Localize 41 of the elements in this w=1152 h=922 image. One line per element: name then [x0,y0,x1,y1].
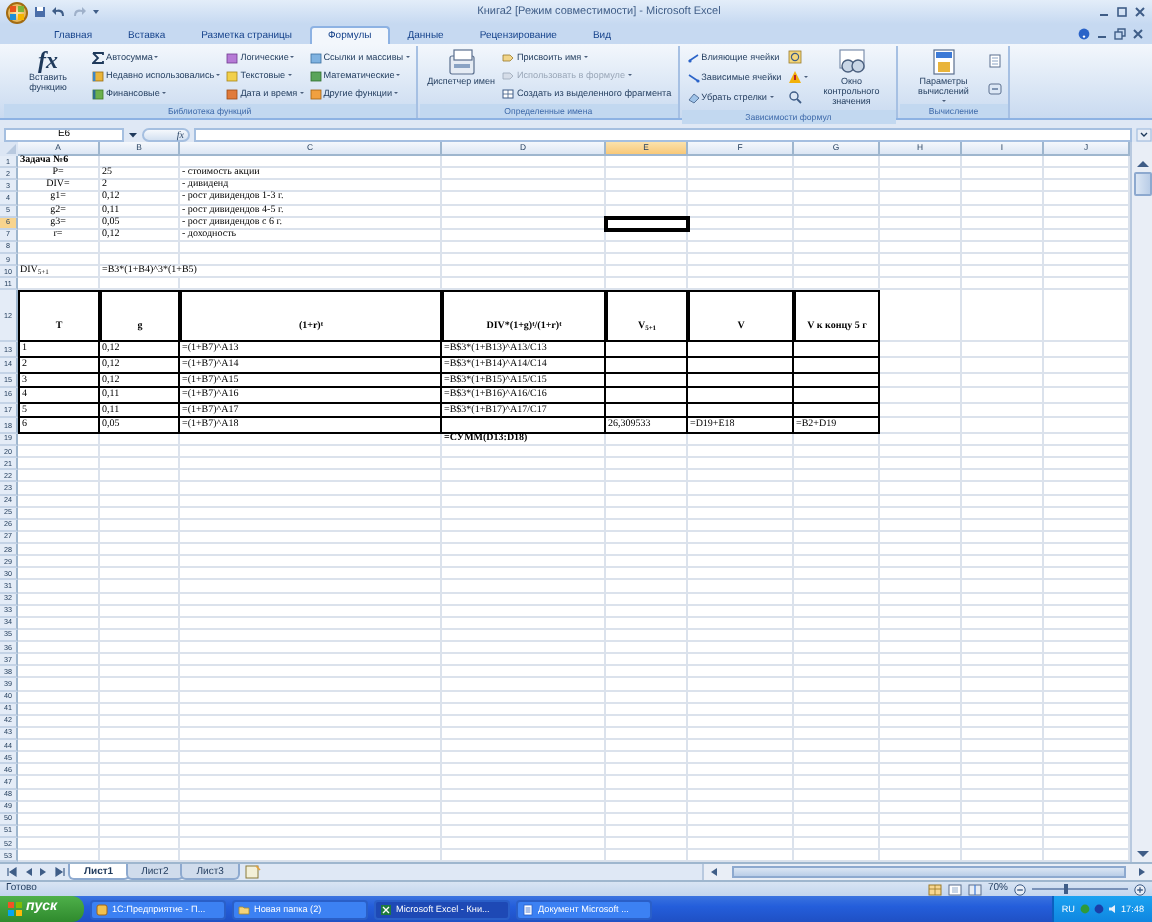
speaker-icon[interactable] [1107,904,1117,914]
empty-cell [688,357,794,374]
arrow-icon [687,51,700,64]
logo-icon [10,5,24,19]
close-icon[interactable] [1134,6,1146,18]
calculator-icon [929,48,958,76]
sheet-nav-icon[interactable] [6,866,18,878]
sheet-nav-icon[interactable] [54,866,66,878]
eraser-icon [687,91,700,104]
empty-cell [794,357,880,374]
empty-cell [880,357,962,374]
formula-field[interactable] [194,127,1132,141]
help-icon[interactable] [1078,28,1090,40]
binoculars-icon [837,48,866,76]
save-icon[interactable] [34,6,46,18]
slider-thumb[interactable] [1063,884,1068,894]
arrow-icon [687,71,700,84]
scrollbar-thumb[interactable] [732,866,1126,878]
zoom-out-icon[interactable] [1014,883,1026,895]
undo-icon[interactable] [52,6,66,18]
empty-cell [962,357,1044,374]
app-icon [96,903,108,915]
card-stack-icon [447,48,476,76]
sigma-icon [92,51,104,63]
office-button[interactable] [6,1,28,23]
folder-icon [238,903,250,915]
function-icon: fx [38,48,58,72]
zoom-in-icon[interactable] [1134,883,1146,895]
spreadsheet-icon [380,903,392,915]
page-break-icon[interactable] [967,883,982,895]
document-icon [522,903,534,915]
expand-icon[interactable] [1136,127,1152,141]
restore-icon[interactable] [1114,28,1126,40]
maximize-icon[interactable] [1116,6,1128,18]
table-icon [502,87,515,99]
warning-icon [787,70,802,85]
windows-flag-icon [8,902,22,916]
scrollbar-thumb[interactable] [1133,172,1151,196]
close-icon[interactable] [1132,28,1144,40]
page-layout-icon[interactable] [947,883,962,895]
active-cell[interactable] [606,217,688,230]
